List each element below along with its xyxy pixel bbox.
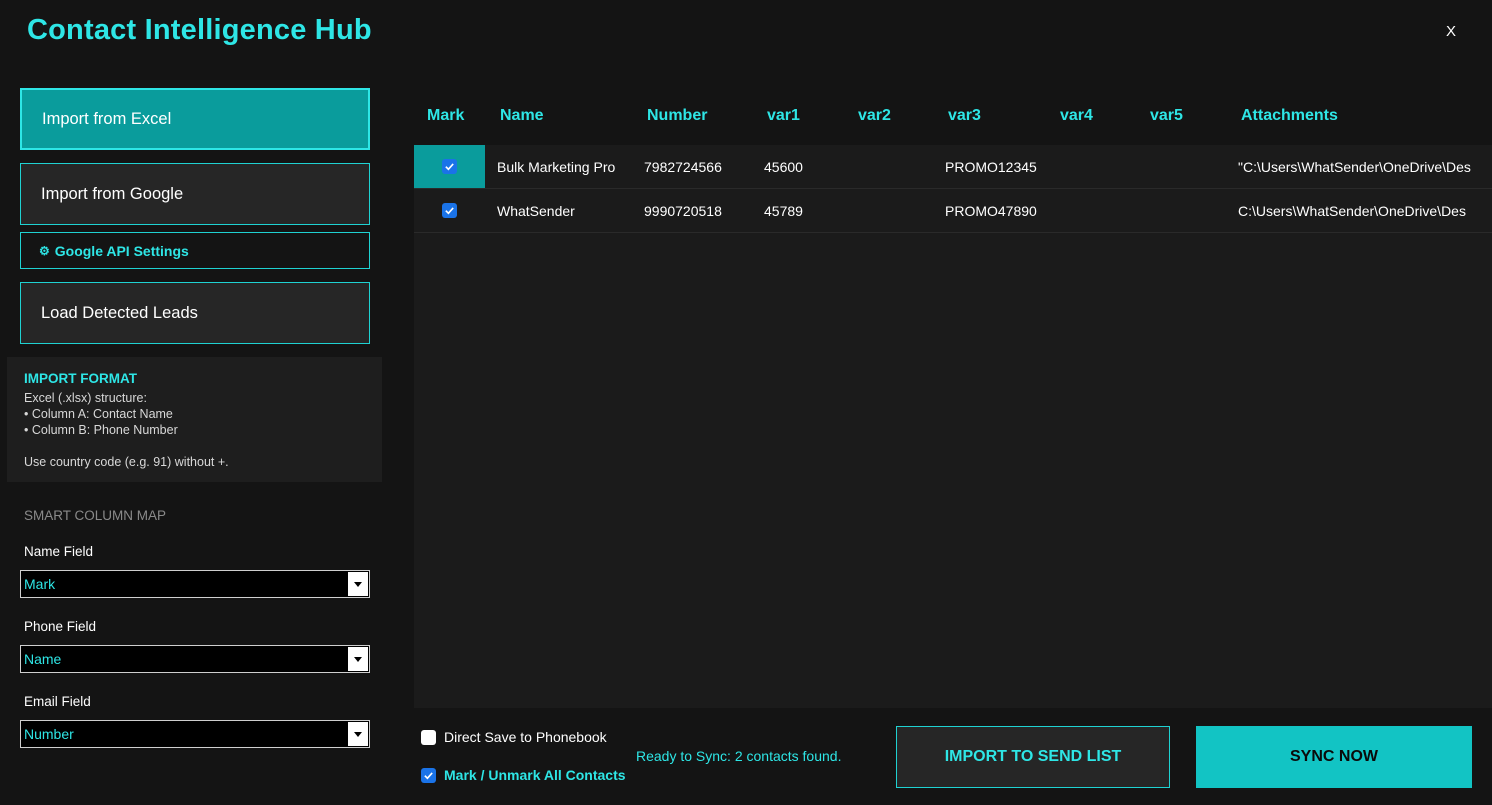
column-header-var5[interactable]: var5 [1150, 107, 1183, 125]
column-header-attachments[interactable]: Attachments [1241, 107, 1338, 125]
footer-bar: Direct Save to Phonebook Mark / Unmark A… [395, 708, 1492, 805]
name-field-select[interactable]: Mark [20, 570, 370, 598]
column-header-var3[interactable]: var3 [948, 107, 981, 125]
status-text: Ready to Sync: 2 contacts found. [636, 748, 842, 764]
column-header-var1[interactable]: var1 [767, 107, 800, 125]
import-format-line: • Column A: Contact Name [24, 407, 173, 421]
column-header-mark[interactable]: Mark [427, 107, 464, 125]
title-bar: Contact Intelligence Hub X [0, 0, 1492, 68]
cell-number: 7982724566 [644, 159, 722, 175]
direct-save-toggle[interactable]: Direct Save to Phonebook [421, 729, 607, 745]
column-header-var2[interactable]: var2 [858, 107, 891, 125]
import-format-title: IMPORT FORMAT [24, 371, 137, 386]
import-format-note: Use country code (e.g. 91) without +. [24, 455, 229, 469]
mark-all-toggle[interactable]: Mark / Unmark All Contacts [421, 767, 626, 783]
import-format-panel: IMPORT FORMAT Excel (.xlsx) structure: •… [7, 357, 382, 482]
cell-attachments: "C:\Users\WhatSender\OneDrive\Des [1238, 159, 1471, 175]
import-format-line: • Column B: Phone Number [24, 423, 178, 437]
app-title: Contact Intelligence Hub [27, 14, 372, 46]
main-panel: Mark Name Number var1 var2 var3 var4 var… [395, 68, 1492, 805]
mark-all-label: Mark / Unmark All Contacts [444, 767, 626, 783]
row-mark-cell[interactable] [414, 189, 485, 232]
import-excel-button[interactable]: Import from Excel [20, 88, 370, 150]
chevron-down-icon [348, 572, 368, 596]
column-header-var4[interactable]: var4 [1060, 107, 1093, 125]
phone-field-label: Phone Field [24, 619, 97, 634]
email-field-select[interactable]: Number [20, 720, 370, 748]
name-field-label: Name Field [24, 544, 94, 559]
row-checkbox[interactable] [442, 203, 457, 218]
direct-save-label: Direct Save to Phonebook [444, 729, 607, 745]
email-field-label: Email Field [24, 694, 91, 709]
cell-var1: 45789 [764, 203, 803, 219]
email-field-value: Number [24, 726, 74, 742]
sync-now-button[interactable]: SYNC NOW [1196, 726, 1472, 788]
cell-var3: PROMO12345 [945, 159, 1037, 175]
chevron-down-icon [348, 722, 368, 746]
cell-number: 9990720518 [644, 203, 722, 219]
cell-name: WhatSender [497, 203, 575, 219]
table-row[interactable]: Bulk Marketing Pro 7982724566 45600 PROM… [414, 145, 1492, 189]
load-detected-leads-button[interactable]: Load Detected Leads [20, 282, 370, 344]
checkmark-icon [445, 207, 454, 215]
cell-var3: PROMO47890 [945, 203, 1037, 219]
phone-field-select[interactable]: Name [20, 645, 370, 673]
cell-var1: 45600 [764, 159, 803, 175]
google-api-settings-button[interactable]: ⚙ Google API Settings [20, 232, 370, 269]
sidebar: Import from Excel Import from Google ⚙ G… [0, 68, 395, 805]
chevron-down-icon [348, 647, 368, 671]
close-button[interactable]: X [1438, 20, 1464, 44]
row-checkbox[interactable] [442, 159, 457, 174]
contacts-table[interactable]: Mark Name Number var1 var2 var3 var4 var… [414, 88, 1492, 708]
mark-all-checkbox[interactable] [421, 767, 436, 783]
column-header-number[interactable]: Number [647, 107, 707, 125]
gear-icon: ⚙ [39, 243, 50, 258]
import-to-send-list-button[interactable]: IMPORT TO SEND LIST [896, 726, 1170, 788]
cell-name: Bulk Marketing Pro [497, 159, 616, 175]
table-header: Mark Name Number var1 var2 var3 var4 var… [414, 88, 1492, 145]
checkmark-icon [424, 771, 433, 779]
column-header-name[interactable]: Name [500, 107, 544, 125]
cell-attachments: C:\Users\WhatSender\OneDrive\Des [1238, 203, 1466, 219]
import-format-line: Excel (.xlsx) structure: [24, 391, 147, 405]
name-field-value: Mark [24, 576, 56, 592]
import-google-button[interactable]: Import from Google [20, 163, 370, 225]
checkmark-icon [445, 163, 454, 171]
row-mark-cell[interactable] [414, 145, 485, 188]
table-row[interactable]: WhatSender 9990720518 45789 PROMO47890 C… [414, 189, 1492, 233]
direct-save-checkbox[interactable] [421, 729, 436, 745]
phone-field-value: Name [24, 651, 62, 667]
column-map-title: SMART COLUMN MAP [24, 508, 167, 523]
google-api-settings-label: Google API Settings [54, 242, 189, 259]
